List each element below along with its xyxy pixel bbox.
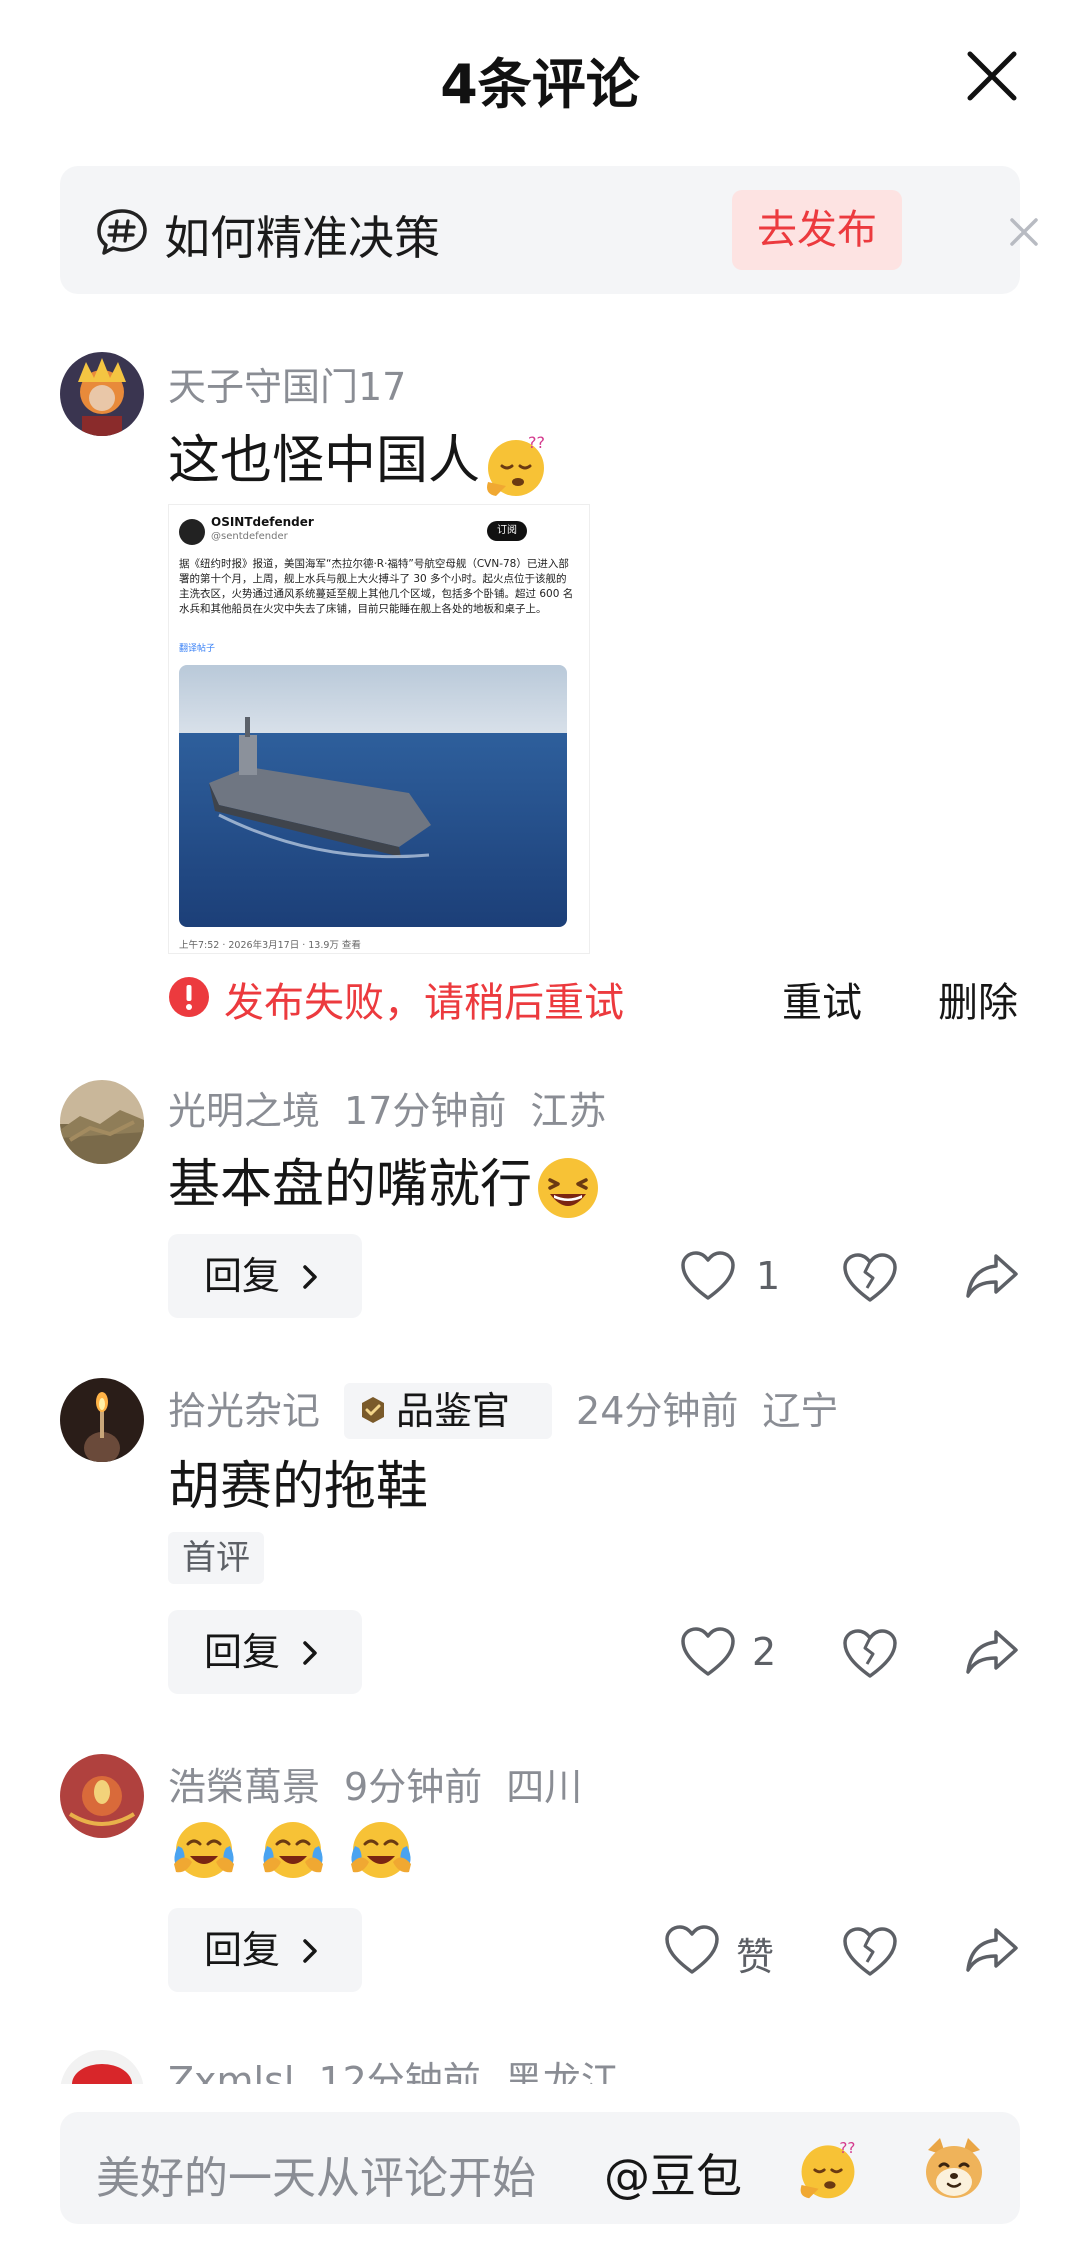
avatar[interactable]: [60, 1080, 144, 1164]
avatar-image: [60, 2050, 144, 2084]
publish-failed-text: 发布失败，请稍后重试: [224, 980, 624, 1026]
reply-label: 回复: [204, 1254, 281, 1298]
header-title: 4条评论: [440, 53, 640, 116]
image-subscribe-label: 订阅: [487, 521, 527, 541]
first-comment-tag: 首评: [168, 1532, 264, 1584]
badge-icon: [362, 1397, 385, 1423]
topic-text: 如何精准决策: [164, 211, 440, 265]
delete-button[interactable]: 删除: [938, 970, 1018, 1028]
publish-failed-row: 发布失败，请稍后重试 重试 删除: [168, 964, 1020, 1028]
avatar-image: [60, 1378, 144, 1462]
image-account-avatar: [179, 519, 205, 545]
like-count: 1: [756, 1254, 781, 1298]
reply-button[interactable]: 回复: [168, 1234, 362, 1318]
comment-text: 胡赛的拖鞋: [168, 1444, 428, 1519]
dog-face-icon[interactable]: [918, 2132, 990, 2204]
heart-icon[interactable]: [680, 1626, 736, 1678]
close-icon[interactable]: [962, 46, 1022, 106]
comment-location: 黑龙江: [504, 2059, 619, 2084]
comment-location: 江苏: [530, 1089, 607, 1133]
carrier-photo: [179, 665, 567, 927]
avatar-image: [60, 352, 144, 436]
share-icon[interactable]: [964, 1250, 1020, 1302]
partial-comment: Zxmlsl 12分钟前 黑龙江: [0, 1760, 1080, 2084]
comment-input-placeholder[interactable]: 美好的一天从评论开始: [96, 2142, 536, 2206]
sleepy-face-icon: ??: [487, 433, 545, 496]
dismiss-icon[interactable]: [1004, 212, 1044, 252]
image-account-name: OSINTdefender: [211, 515, 314, 529]
reply-button[interactable]: 回复: [168, 1610, 362, 1694]
mention-button[interactable]: @豆包: [604, 2140, 742, 2206]
image-post-text: 据《纽约时报》报道，美国海军“杰拉尔德·R·福特”号航空母舰（CVN-78）已进…: [179, 558, 574, 615]
comments-header: 4条评论: [0, 0, 1080, 160]
broken-heart-icon[interactable]: [842, 1626, 898, 1682]
chevron-right-icon: [303, 1641, 317, 1665]
image-translate-link: 翻译帖子: [179, 644, 216, 654]
comment-meta: 天子守国门17: [168, 356, 430, 411]
avatar-image: [60, 1080, 144, 1164]
comment-text: 这也怪中国人 ??: [168, 418, 552, 500]
topic-bar[interactable]: 如何精准决策 去发布: [60, 166, 1038, 294]
comment-time: 24分钟前: [576, 1389, 739, 1433]
comment-text-body: 胡赛的拖鞋: [168, 1457, 429, 1517]
comment-text: 基本盘的嘴就行: [168, 1142, 604, 1224]
username[interactable]: 拾光杂记: [168, 1389, 320, 1433]
avatar[interactable]: [60, 352, 144, 436]
badge-label: 品鉴官: [396, 1388, 511, 1433]
comment-time: 12分钟前: [318, 2059, 481, 2084]
image-post-footer: 上午7:52 · 2026年3月17日 · 13.9万 查看: [179, 940, 361, 951]
comment-meta: 光明之境 17分钟前 江苏: [168, 1080, 630, 1135]
comment-meta: Zxmlsl 12分钟前 黑龙江: [168, 2050, 643, 2084]
chevron-right-icon: [303, 1265, 317, 1289]
heart-icon[interactable]: [680, 1250, 736, 1302]
comment-text-body: 这也怪中国人: [168, 431, 481, 491]
reply-label: 回复: [204, 1630, 281, 1674]
error-icon: [169, 977, 209, 1017]
share-icon[interactable]: [964, 1626, 1020, 1678]
avatar[interactable]: [60, 2050, 144, 2084]
comment-location: 辽宁: [762, 1389, 839, 1433]
username[interactable]: Zxmlsl: [168, 2059, 294, 2084]
broken-heart-icon[interactable]: [842, 1250, 898, 1306]
comment-time: 17分钟前: [344, 1089, 507, 1133]
like-count: 2: [752, 1630, 777, 1674]
sleepy-face-icon[interactable]: ??: [794, 2134, 862, 2202]
avatar[interactable]: [60, 1378, 144, 1462]
attached-image[interactable]: OSINTdefender @sentdefender 订阅 据《纽约时报》报道…: [168, 504, 590, 954]
retry-button[interactable]: 重试: [782, 970, 862, 1028]
svg-text:??: ??: [528, 433, 545, 452]
comment-text-body: 基本盘的嘴就行: [168, 1155, 533, 1215]
comment-input-bar[interactable]: 美好的一天从评论开始 @豆包 ??: [60, 2112, 1020, 2224]
svg-text:??: ??: [839, 2139, 855, 2157]
laughing-face-icon: [538, 1158, 599, 1218]
publish-button[interactable]: 去发布: [732, 190, 902, 270]
image-account-handle: @sentdefender: [211, 531, 288, 542]
comment-meta: 拾光杂记 品鉴官 24分钟前 辽宁: [168, 1380, 862, 1442]
username[interactable]: 天子守国门17: [168, 365, 406, 409]
topic-hash-icon: [97, 209, 147, 255]
username[interactable]: 光明之境: [168, 1089, 320, 1133]
user-badge: 品鉴官: [344, 1382, 553, 1439]
